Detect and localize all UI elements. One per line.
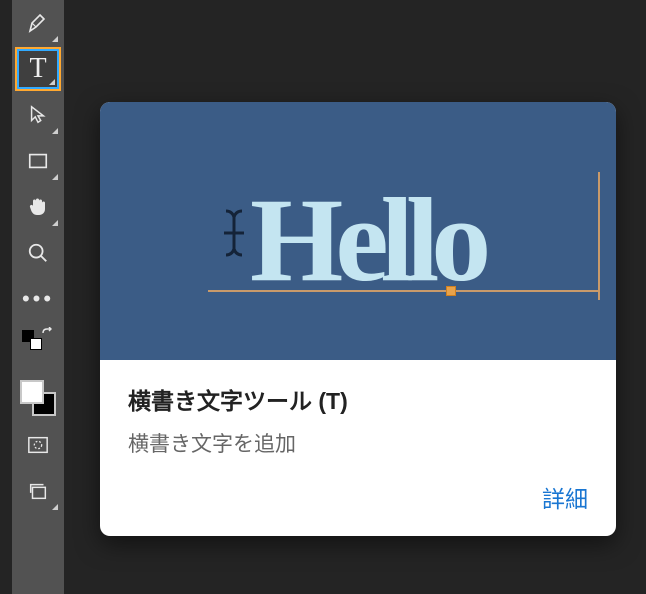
vertical-toolbar: T ••• xyxy=(12,0,64,594)
flyout-indicator xyxy=(52,174,58,180)
tooltip-preview: Hello xyxy=(100,102,616,360)
type-icon: T xyxy=(29,53,46,85)
arrow-icon xyxy=(27,104,49,126)
swap-icon xyxy=(41,327,57,343)
preview-hello-text: Hello xyxy=(250,180,483,300)
tooltip-link-row: 詳細 xyxy=(100,480,616,536)
more-tools[interactable]: ••• xyxy=(16,278,60,320)
flyout-indicator xyxy=(49,79,55,85)
rectangle-tool[interactable] xyxy=(16,140,60,182)
type-caret-line xyxy=(598,172,600,300)
flyout-indicator xyxy=(52,36,58,42)
pen-tool[interactable] xyxy=(16,2,60,44)
zoom-tool[interactable] xyxy=(16,232,60,274)
foreground-color-swatch xyxy=(20,380,44,404)
flyout-indicator xyxy=(52,220,58,226)
path-selection-tool[interactable] xyxy=(16,94,60,136)
screenmode-tool[interactable] xyxy=(16,470,60,512)
flyout-indicator xyxy=(52,504,58,510)
pen-icon xyxy=(26,11,50,35)
hand-tool[interactable] xyxy=(16,186,60,228)
type-center-handle xyxy=(446,286,456,296)
learn-more-link[interactable]: 詳細 xyxy=(542,486,588,512)
flyout-indicator xyxy=(52,128,58,134)
rectangle-icon xyxy=(27,150,49,172)
default-swatches-button[interactable] xyxy=(16,326,60,370)
hand-icon xyxy=(26,195,50,219)
foreground-background-colors[interactable] xyxy=(16,376,60,420)
magnify-icon xyxy=(27,242,49,264)
screenmode-icon xyxy=(27,480,49,502)
tooltip-body: 横書き文字ツール (T) 横書き文字を追加 xyxy=(100,360,616,480)
type-tool[interactable]: T xyxy=(16,48,60,90)
tool-tooltip-card: Hello 横書き文字ツール (T) 横書き文字を追加 詳細 xyxy=(100,102,616,536)
text-cursor-icon xyxy=(218,207,250,263)
tooltip-title: 横書き文字ツール (T) xyxy=(128,382,588,416)
type-baseline xyxy=(208,290,598,292)
ellipsis-icon: ••• xyxy=(22,286,54,312)
quickmask-icon xyxy=(27,434,49,456)
tooltip-description: 横書き文字を追加 xyxy=(128,428,588,458)
quickmask-tool[interactable] xyxy=(16,424,60,466)
